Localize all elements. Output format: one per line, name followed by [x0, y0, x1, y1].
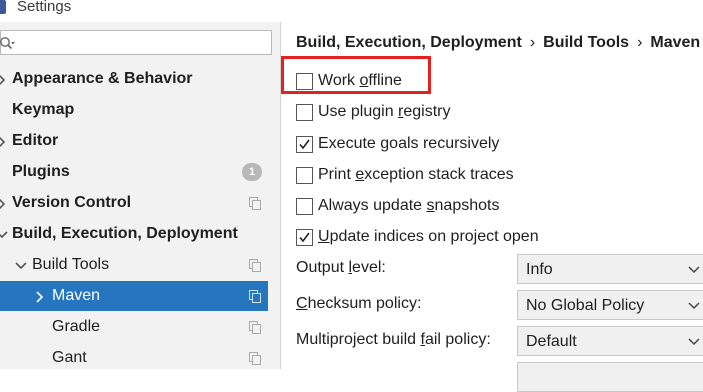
multiproject-fail-policy-select[interactable]: Default	[517, 326, 703, 356]
checkbox-box[interactable]	[296, 167, 313, 184]
sidebar-item-label: Editor	[12, 132, 59, 149]
breadcrumb-separator: ›	[637, 34, 643, 51]
checkmark-icon	[299, 139, 310, 150]
search-input[interactable]	[21, 33, 271, 53]
option-label: Use plugin registry	[318, 103, 451, 120]
chevron-right-icon	[0, 74, 6, 86]
sidebar-item-label: Keymap	[12, 101, 75, 118]
checkbox-box[interactable]	[296, 198, 313, 215]
settings-sidebar: Appearance & Behavior Keymap Editor Plug…	[0, 22, 281, 369]
sidebar-item-label: Maven	[52, 287, 101, 304]
chevron-right-icon	[0, 136, 6, 148]
next-setting-select[interactable]	[517, 362, 703, 392]
chevron-down-icon	[688, 302, 700, 310]
breadcrumb: Build, Execution, Deployment › Build Tools…	[296, 34, 700, 52]
project-scope-icon	[249, 290, 261, 303]
window-title: Settings	[17, 0, 72, 15]
option-label: Execute goals recursively	[318, 135, 500, 152]
checkbox-box[interactable]	[296, 229, 313, 246]
project-scope-icon	[249, 259, 261, 272]
sidebar-item-label: Build Tools	[32, 256, 110, 273]
checkbox-box[interactable]	[296, 136, 313, 153]
chevron-right-icon	[36, 291, 44, 303]
maven-settings-panel: Build, Execution, Deployment › Build Tools…	[281, 22, 703, 392]
chevron-down-icon	[688, 338, 700, 346]
project-scope-icon	[249, 321, 261, 334]
output-level-select[interactable]: Info	[517, 254, 703, 284]
sidebar-item-label: Plugins	[12, 163, 70, 180]
sidebar-item-label: Gant	[52, 349, 87, 366]
select-value: Info	[526, 261, 553, 278]
select-value: No Global Policy	[526, 297, 645, 314]
chevron-down-icon	[688, 266, 700, 274]
breadcrumb-item[interactable]: Build, Execution, Deployment	[296, 34, 522, 51]
sidebar-item-build-execution-deployment[interactable]: Build, Execution, Deployment	[0, 219, 268, 249]
sidebar-item-plugins[interactable]: Plugins 1	[0, 157, 268, 187]
sidebar-item-maven[interactable]: Maven	[0, 281, 268, 311]
project-scope-icon	[249, 352, 261, 365]
sidebar-item-label: Gradle	[52, 318, 101, 335]
sidebar-item-gradle[interactable]: Gradle	[0, 312, 268, 342]
breadcrumb-item[interactable]: Build Tools	[543, 34, 629, 51]
multiproject-fail-policy-label: Multiproject build fail policy:	[296, 331, 491, 348]
checkbox-box[interactable]	[296, 73, 313, 90]
breadcrumb-item: Maven	[650, 34, 701, 51]
output-level-label: Output level:	[296, 259, 386, 276]
checksum-policy-select[interactable]: No Global Policy	[517, 290, 703, 320]
checksum-policy-label: Checksum policy:	[296, 295, 422, 312]
chevron-right-icon	[0, 198, 6, 210]
option-label: Print exception stack traces	[318, 166, 514, 183]
sidebar-item-label: Build, Execution, Deployment	[12, 225, 238, 242]
app-icon	[0, 0, 6, 14]
checkbox-box[interactable]	[296, 104, 313, 121]
sidebar-item-keymap[interactable]: Keymap	[0, 95, 268, 125]
option-label: Work offline	[318, 72, 402, 89]
chevron-down-icon	[15, 262, 27, 270]
sidebar-item-label: Version Control	[12, 194, 132, 211]
option-label: Update indices on project open	[318, 228, 539, 245]
search-icon	[0, 37, 15, 50]
breadcrumb-separator: ›	[529, 34, 536, 51]
chevron-down-icon	[0, 231, 8, 239]
sidebar-item-build-tools[interactable]: Build Tools	[0, 250, 268, 280]
sidebar-item-label: Appearance & Behavior	[12, 70, 193, 87]
update-count-badge: 1	[242, 163, 262, 181]
select-value: Default	[526, 333, 577, 350]
sidebar-item-appearance-behavior[interactable]: Appearance & Behavior	[0, 64, 268, 94]
checkmark-icon	[299, 232, 310, 243]
sidebar-item-version-control[interactable]: Version Control	[0, 188, 268, 218]
option-label: Always update snapshots	[318, 197, 500, 214]
project-scope-icon	[249, 197, 261, 210]
settings-search-field[interactable]	[0, 30, 272, 55]
sidebar-item-editor[interactable]: Editor	[0, 126, 268, 156]
title-bar: Settings	[0, 0, 703, 22]
